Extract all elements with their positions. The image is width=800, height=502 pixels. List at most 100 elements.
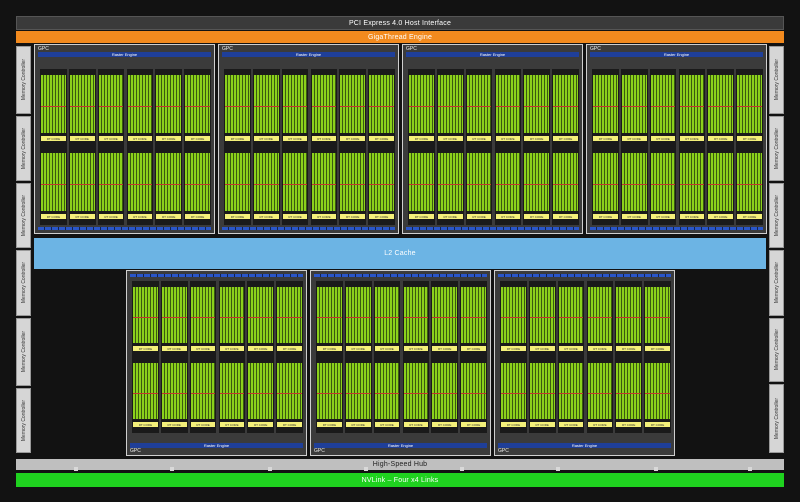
cuda-cores (282, 75, 308, 133)
cuda-cores (219, 363, 245, 419)
polymorph-strip (590, 227, 763, 230)
tpc-column: RT CORE RT CORE (224, 69, 251, 225)
cuda-cores (225, 153, 250, 211)
tensor-divider (645, 317, 670, 318)
tensor-divider (437, 106, 463, 107)
rt-core: RT CORE (185, 136, 210, 141)
polymorph-strip (498, 274, 671, 277)
rt-core: RT CORE (409, 214, 434, 219)
rt-core: RT CORE (529, 422, 555, 427)
tensor-divider (277, 317, 302, 318)
rt-core: RT CORE (161, 422, 187, 427)
rt-core: RT CORE (461, 346, 486, 351)
tensor-divider (219, 393, 245, 394)
tensor-divider (225, 184, 250, 185)
cuda-cores (185, 75, 210, 133)
gpc-block-4: GPC Raster Engine RT CORE RT CORE RT CORE RT … (586, 44, 767, 234)
raster-engine: Raster Engine (130, 443, 303, 448)
memory-controller-label: Memory Controller (773, 262, 780, 304)
rt-core: RT CORE (369, 214, 394, 219)
tpc-column: RT CORE RT CORE (620, 69, 648, 225)
tensor-divider (558, 393, 584, 394)
gpc-block-7: GPC Raster Engine RT CORE RT CORE RT CORE RT … (494, 270, 675, 456)
nvlink-port (74, 467, 78, 471)
tensor-divider (133, 393, 158, 394)
rt-core: RT CORE (340, 214, 366, 219)
cuda-cores (616, 287, 642, 343)
rt-core: RT CORE (495, 214, 521, 219)
tpc-column: RT CORE RT CORE (132, 281, 159, 433)
rt-core: RT CORE (403, 422, 429, 427)
gpc-block-6: GPC Raster Engine RT CORE RT CORE RT CORE RT … (310, 270, 491, 456)
nvlink-port (460, 467, 464, 471)
tensor-divider (311, 106, 337, 107)
tensor-divider (185, 184, 210, 185)
tensor-divider (225, 106, 250, 107)
tensor-divider (277, 393, 302, 394)
cuda-cores (248, 287, 274, 343)
cuda-cores (501, 363, 526, 419)
tpc-column: RT CORE RT CORE (431, 281, 459, 433)
tpc-column: RT CORE RT CORE (316, 281, 343, 433)
cuda-cores (529, 287, 555, 343)
tensor-divider (41, 184, 66, 185)
memory-controller-label: Memory Controller (773, 397, 780, 440)
cuda-cores (317, 363, 342, 419)
rt-core: RT CORE (219, 346, 245, 351)
tensor-divider (369, 184, 394, 185)
rt-core: RT CORE (225, 214, 250, 219)
tensor-divider (650, 184, 676, 185)
rt-core: RT CORE (466, 136, 492, 141)
memory-controller-label: Memory Controller (20, 262, 27, 304)
raster-engine: Raster Engine (38, 52, 211, 57)
l2-cache: L2 Cache (34, 238, 766, 269)
rt-core: RT CORE (248, 346, 274, 351)
cuda-cores (621, 153, 647, 211)
tensor-divider (553, 106, 578, 107)
rt-core: RT CORE (156, 136, 182, 141)
tensor-divider (593, 184, 618, 185)
cuda-cores (403, 287, 429, 343)
tensor-divider (495, 184, 521, 185)
cuda-cores (495, 75, 521, 133)
tensor-divider (403, 393, 429, 394)
cuda-cores (553, 75, 578, 133)
rt-core: RT CORE (127, 214, 153, 219)
tpc-column: RT CORE RT CORE (592, 69, 619, 225)
cuda-cores (253, 153, 279, 211)
tensor-divider (156, 106, 182, 107)
tpc-column: RT CORE RT CORE (494, 69, 522, 225)
raster-engine: Raster Engine (498, 443, 671, 448)
cuda-cores (133, 287, 158, 343)
tensor-divider (501, 317, 526, 318)
memory-controller-right-5: Memory Controller (769, 318, 784, 382)
cuda-cores (185, 153, 210, 211)
tensor-divider (708, 184, 734, 185)
tensor-divider (708, 106, 734, 107)
nvlink-bar: NVLink – Four x4 Links (16, 473, 784, 487)
tensor-divider (437, 184, 463, 185)
cuda-cores (161, 287, 187, 343)
tensor-divider (432, 317, 458, 318)
cuda-cores (403, 363, 429, 419)
memory-controller-label: Memory Controller (20, 59, 27, 101)
cuda-cores (369, 153, 394, 211)
rt-core: RT CORE (311, 136, 337, 141)
cuda-cores (409, 75, 434, 133)
tensor-divider (282, 184, 308, 185)
tensor-divider (587, 393, 613, 394)
rt-core: RT CORE (156, 214, 182, 219)
tpc-column: RT CORE RT CORE (460, 281, 487, 433)
nvlink-port (268, 467, 272, 471)
cuda-cores (374, 287, 400, 343)
tpc-column: RT CORE RT CORE (644, 281, 671, 433)
rt-core: RT CORE (650, 214, 676, 219)
tensor-divider (409, 106, 434, 107)
rt-core: RT CORE (616, 422, 642, 427)
tpc-column: RT CORE RT CORE (736, 69, 763, 225)
high-speed-hub: High-Speed Hub (16, 459, 784, 470)
tensor-divider (127, 106, 153, 107)
rt-core: RT CORE (553, 136, 578, 141)
memory-controller-label: Memory Controller (773, 329, 780, 371)
rt-core: RT CORE (593, 136, 618, 141)
